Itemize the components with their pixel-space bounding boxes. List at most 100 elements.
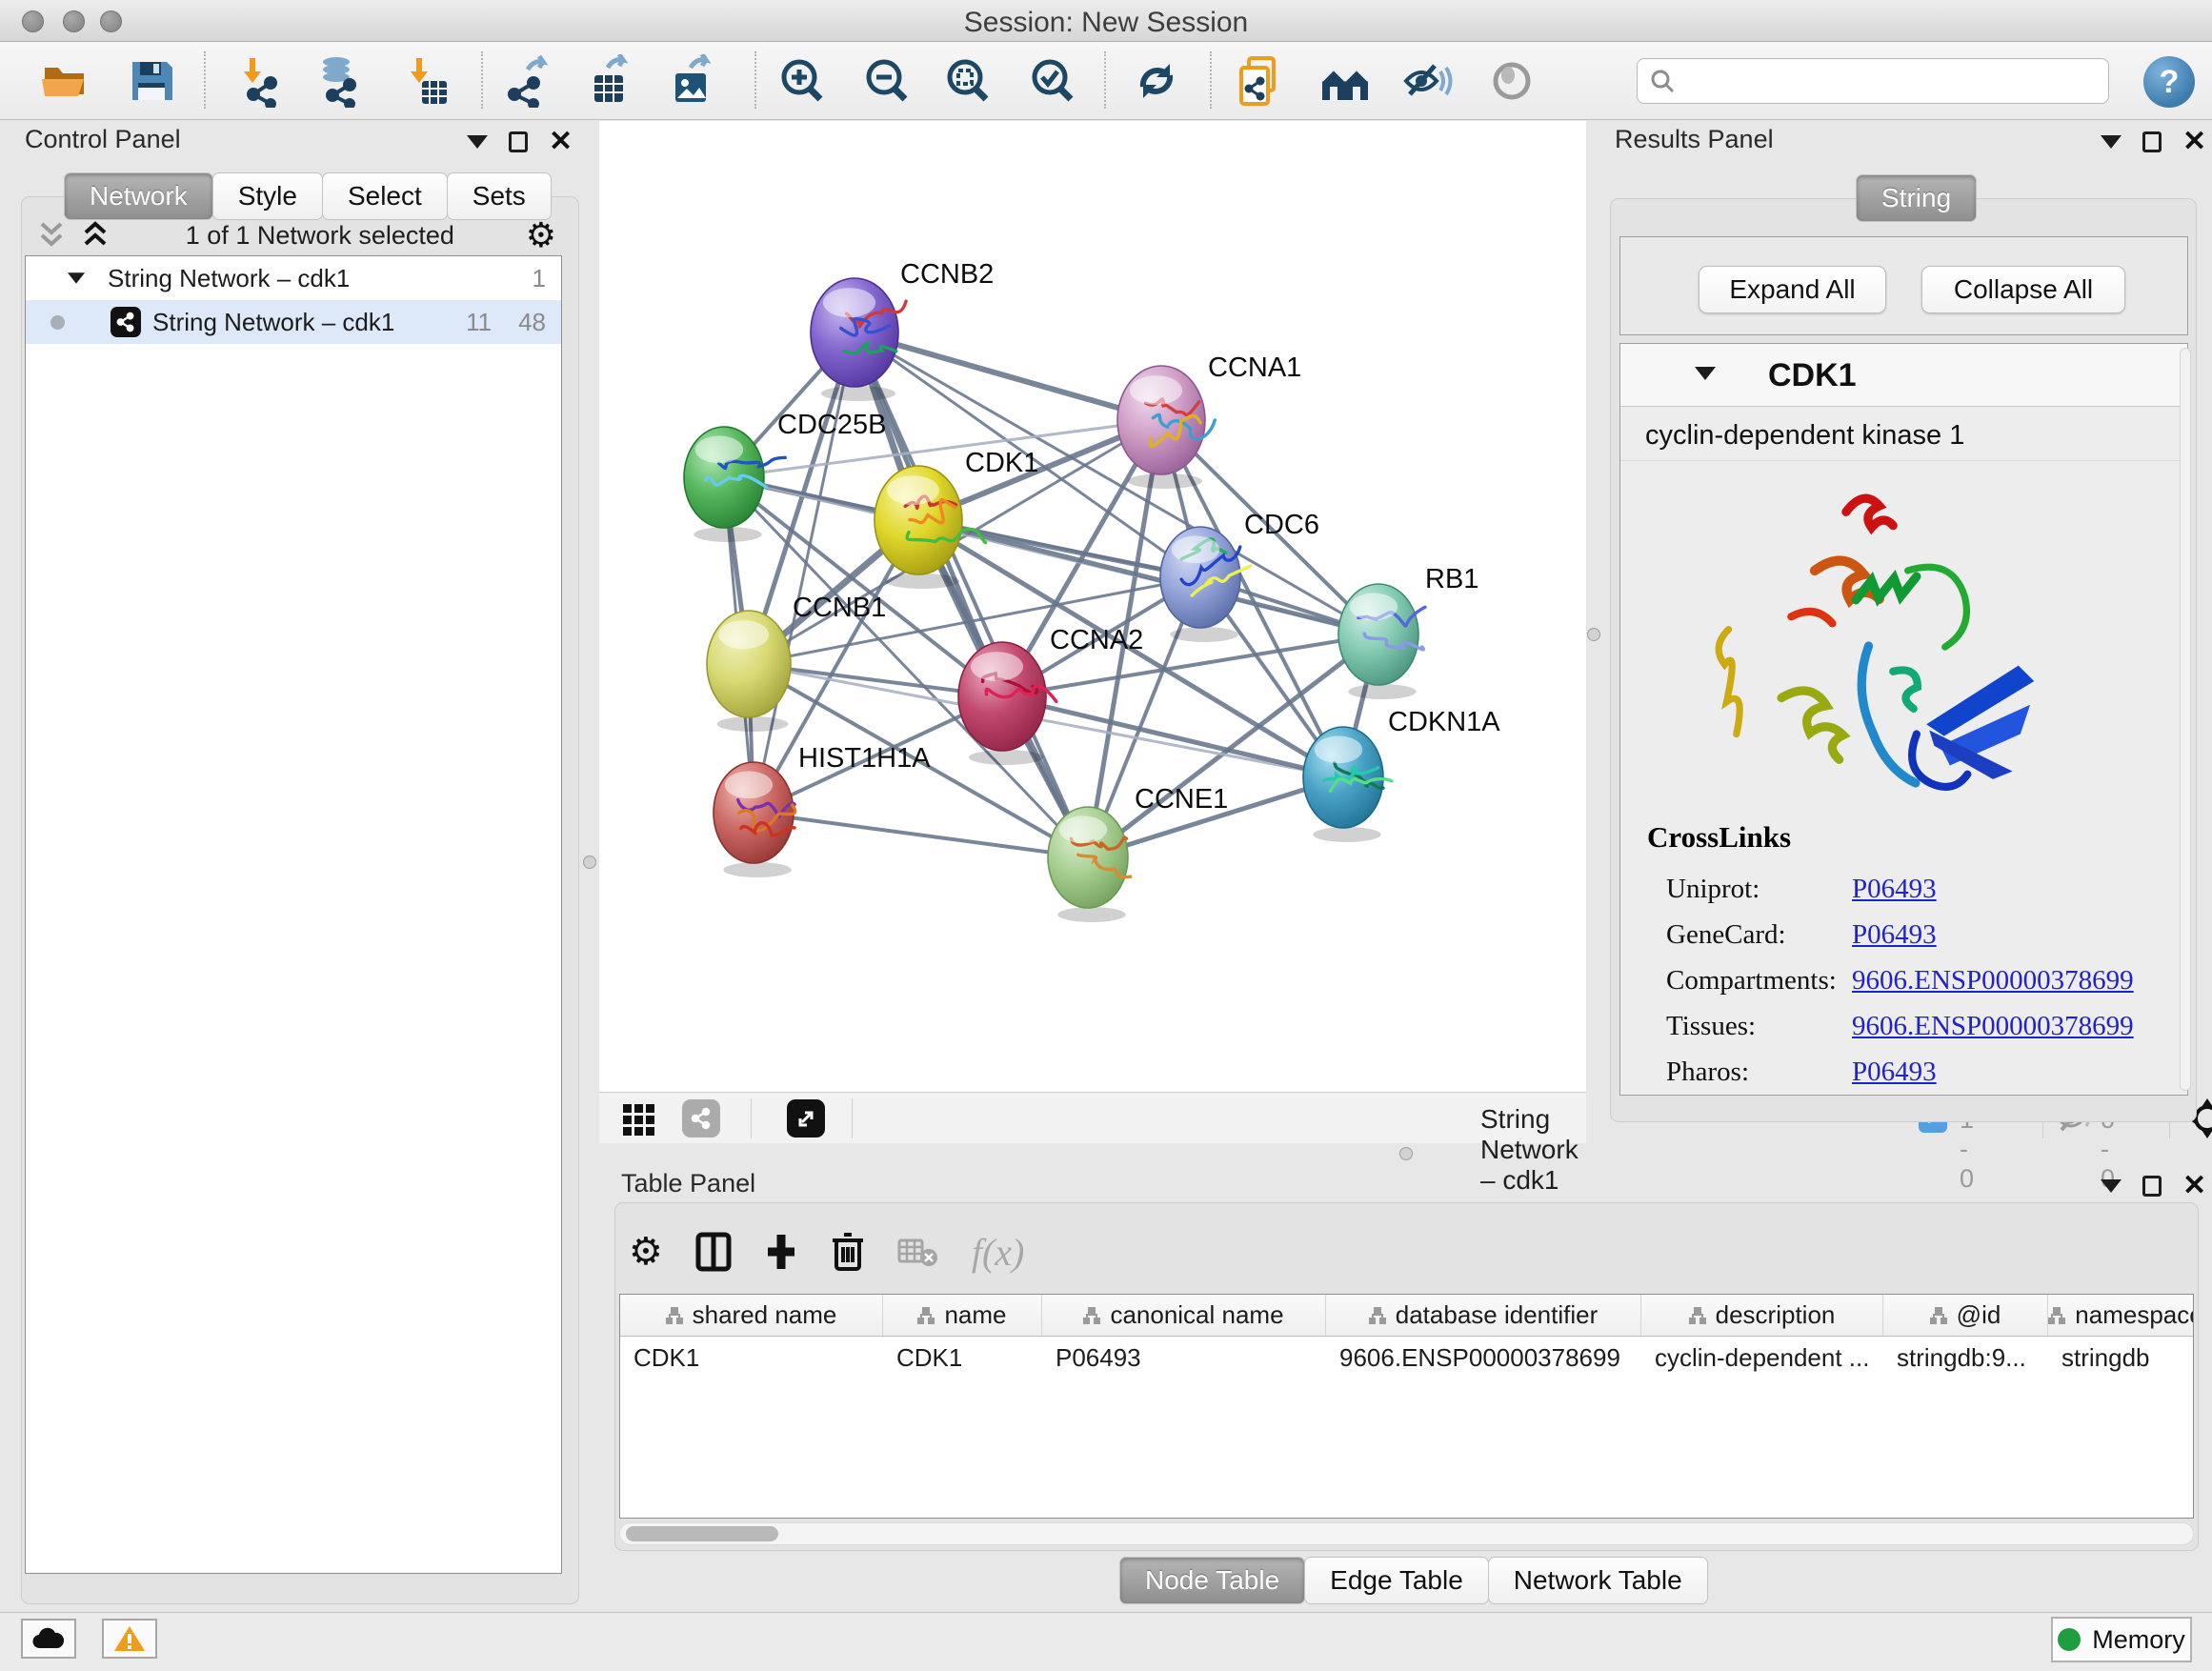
save-session-button[interactable] <box>125 54 178 108</box>
export-table-button[interactable] <box>581 54 634 108</box>
network-node-cdkn1a[interactable]: CDKN1A <box>1303 707 1500 842</box>
network-node-cdc25b[interactable]: CDC25B <box>684 410 886 542</box>
network-view-icon[interactable] <box>682 1099 720 1137</box>
show-columns-icon[interactable] <box>695 1231 732 1273</box>
export-image-button[interactable] <box>664 54 717 108</box>
help-button[interactable]: ? <box>2143 56 2195 108</box>
network-options-gear-icon[interactable]: ⚙ <box>526 216 556 255</box>
close-panel-icon[interactable]: ✕ <box>2182 131 2206 152</box>
cloud-status-button[interactable] <box>21 1619 76 1659</box>
table-cell[interactable]: P06493 <box>1042 1337 1326 1379</box>
tab-style[interactable]: Style <box>212 172 323 220</box>
collapse-all-button[interactable]: Collapse All <box>1921 266 2125 313</box>
table-row[interactable]: CDK1CDK1P064939606.ENSP00000378699cyclin… <box>620 1337 2193 1379</box>
crosslink-label: Uniprot: <box>1666 874 1852 905</box>
network-canvas[interactable]: CCNB2CCNA1CDC25BCDK1CDC6RB1CCNB1CCNA2CDK… <box>599 121 1586 1092</box>
expand-all-button[interactable]: Expand All <box>1699 266 1886 313</box>
column-header-name[interactable]: name <box>883 1295 1042 1336</box>
network-node-ccnb1[interactable]: CCNB1 <box>707 593 886 732</box>
scrollbar-thumb[interactable] <box>626 1526 778 1541</box>
entry-header[interactable]: CDK1 <box>1620 344 2187 407</box>
tab-network-table[interactable]: Network Table <box>1488 1557 1708 1604</box>
search-input[interactable] <box>1676 62 2108 100</box>
right-splitter-handle[interactable] <box>1587 628 1600 641</box>
grid-view-icon[interactable] <box>619 1098 659 1138</box>
add-column-icon[interactable] <box>764 1233 798 1271</box>
export-network-button[interactable] <box>499 54 553 108</box>
duplicate-network-button[interactable] <box>1234 54 1287 108</box>
zoom-in-button[interactable] <box>774 54 828 108</box>
crosslink-link[interactable]: P06493 <box>1852 919 1937 951</box>
open-session-button[interactable] <box>39 54 92 108</box>
column-header-description[interactable]: description <box>1641 1295 1883 1336</box>
column-header-namespace[interactable]: namespace <box>2048 1295 2194 1336</box>
column-header-canonical-name[interactable]: canonical name <box>1042 1295 1326 1336</box>
network-edge-ccnb2-hist1h1a[interactable] <box>754 332 855 813</box>
zoom-out-button[interactable] <box>859 54 913 108</box>
table-cell[interactable]: stringdb <box>2048 1337 2194 1379</box>
table-cell[interactable]: CDK1 <box>883 1337 1042 1379</box>
table-cell[interactable]: 9606.ENSP00000378699 <box>1326 1337 1641 1379</box>
table-cell[interactable]: CDK1 <box>620 1337 883 1379</box>
collapse-panel-icon[interactable] <box>2101 1179 2122 1193</box>
warning-status-button[interactable] <box>102 1619 157 1659</box>
memory-button[interactable]: Memory <box>2051 1617 2192 1662</box>
network-node-cdc6[interactable]: CDC6 <box>1160 510 1319 642</box>
close-panel-icon[interactable]: ✕ <box>2182 1176 2206 1197</box>
import-table-button[interactable] <box>399 54 452 108</box>
network-edge-hist1h1a-ccne1[interactable] <box>754 813 1088 857</box>
zoom-selected-button[interactable] <box>1025 54 1078 108</box>
network-node-ccne1[interactable]: CCNE1 <box>1048 784 1228 922</box>
import-network-database-button[interactable] <box>312 54 365 108</box>
network-list-toolbar: 1 of 1 Network selected ⚙ <box>21 214 579 256</box>
tab-select[interactable]: Select <box>322 172 448 220</box>
tab-sets[interactable]: Sets <box>447 172 552 220</box>
float-panel-icon[interactable] <box>2142 131 2162 152</box>
tab-string[interactable]: String <box>1856 174 1977 222</box>
status-bar: Memory <box>0 1612 2212 1671</box>
tab-network[interactable]: Network <box>64 172 213 220</box>
network-node-rb1[interactable]: RB1 <box>1338 564 1478 699</box>
entry-gene-name: CDK1 <box>1768 357 1857 394</box>
zoom-fit-button[interactable] <box>940 54 994 108</box>
column-header-database-identifier[interactable]: database identifier <box>1326 1295 1641 1336</box>
collapse-panel-icon[interactable] <box>467 135 488 149</box>
crosslink-link[interactable]: P06493 <box>1852 874 1937 905</box>
crosslink-link[interactable]: 9606.ENSP00000378699 <box>1852 1011 2134 1042</box>
detach-view-icon[interactable] <box>787 1099 825 1137</box>
collection-expander-icon[interactable] <box>68 272 85 283</box>
show-all-button[interactable] <box>1485 54 1538 108</box>
first-neighbors-button[interactable] <box>1318 54 1372 108</box>
crosslink-link[interactable]: 9606.ENSP00000378699 <box>1852 965 2134 997</box>
left-splitter-handle[interactable] <box>583 856 596 869</box>
expand-all-icon[interactable] <box>76 218 114 252</box>
column-header-shared-name[interactable]: shared name <box>620 1295 883 1336</box>
float-panel-icon[interactable] <box>2142 1176 2162 1197</box>
entry-expander-icon[interactable] <box>1695 367 1716 380</box>
network-edge-ccnb2-ccne1[interactable] <box>855 332 1088 857</box>
tab-node-table[interactable]: Node Table <box>1119 1557 1305 1604</box>
network-row[interactable]: String Network – cdk1 11 48 <box>26 300 561 344</box>
column-header-@id[interactable]: @id <box>1883 1295 2048 1336</box>
delete-column-icon[interactable] <box>831 1231 865 1273</box>
tab-edge-table[interactable]: Edge Table <box>1304 1557 1489 1604</box>
bottom-splitter-handle[interactable] <box>1399 1147 1413 1160</box>
network-collection-row[interactable]: String Network – cdk1 1 <box>26 256 561 300</box>
table-cell[interactable]: cyclin-dependent ... <box>1641 1337 1883 1379</box>
close-panel-icon[interactable]: ✕ <box>549 131 573 152</box>
table-options-gear-icon[interactable]: ⚙ <box>629 1230 663 1274</box>
network-node-ccnb2[interactable]: CCNB2 <box>811 259 994 401</box>
table-horizontal-scrollbar[interactable] <box>619 1522 2194 1545</box>
string-node-entry: CDK1 cyclin-dependent kinase 1 CrossLink… <box>1619 343 2188 1096</box>
table-cell[interactable]: stringdb:9... <box>1883 1337 2048 1379</box>
apply-layout-button[interactable] <box>1130 54 1183 108</box>
results-scrollbar[interactable] <box>2180 348 2191 1091</box>
hide-selected-button[interactable] <box>1400 54 1454 108</box>
network-node-hist1h1a[interactable]: HIST1H1A <box>714 743 931 877</box>
import-network-file-button[interactable] <box>232 54 286 108</box>
collapse-all-icon[interactable] <box>32 218 70 252</box>
collapse-panel-icon[interactable] <box>2101 135 2122 149</box>
float-panel-icon[interactable] <box>509 131 528 152</box>
network-edge-ccnb2-ccna1[interactable] <box>855 332 1161 420</box>
crosslink-link[interactable]: P06493 <box>1852 1057 1937 1088</box>
